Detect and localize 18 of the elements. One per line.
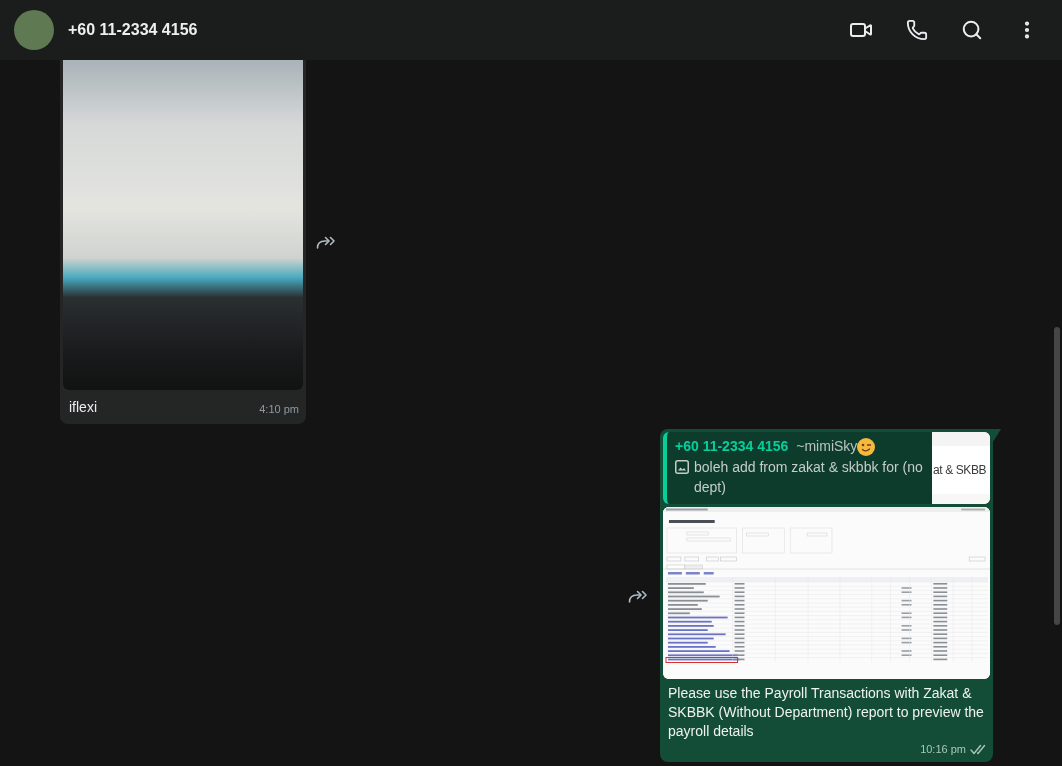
forward-icon[interactable] (316, 235, 336, 249)
quote-author: +60 11-2334 4156 (675, 437, 789, 456)
search-icon[interactable] (961, 19, 983, 41)
scrollbar-thumb[interactable] (1054, 327, 1060, 625)
message-time: 10:16 pm (920, 742, 966, 757)
message-time: 4:10 pm (259, 402, 299, 417)
quoted-message[interactable]: +60 11-2334 4156 ~mimiSky boleh add from zakat & skbbk for (no dept) at & SKBB (663, 432, 990, 504)
phone-icon[interactable] (906, 19, 928, 41)
winking-face-icon (857, 437, 876, 456)
quote-text: boleh add from zakat & skbbk for (no dept) (694, 458, 924, 497)
quote-alias: ~mimiSky (796, 437, 858, 456)
avatar-circle[interactable] (14, 10, 54, 50)
message-caption: Please use the Payroll Transactions with Zakat & SKBBK (Without Department) report to preview the payroll details (667, 684, 985, 741)
contact-name[interactable]: +60 11-2334 4156 (68, 21, 198, 39)
forward-icon[interactable] (628, 588, 648, 603)
image-icon (675, 460, 689, 474)
message-caption: iflexi (69, 398, 97, 417)
thumbnail-text: at & SKBB (932, 463, 987, 477)
